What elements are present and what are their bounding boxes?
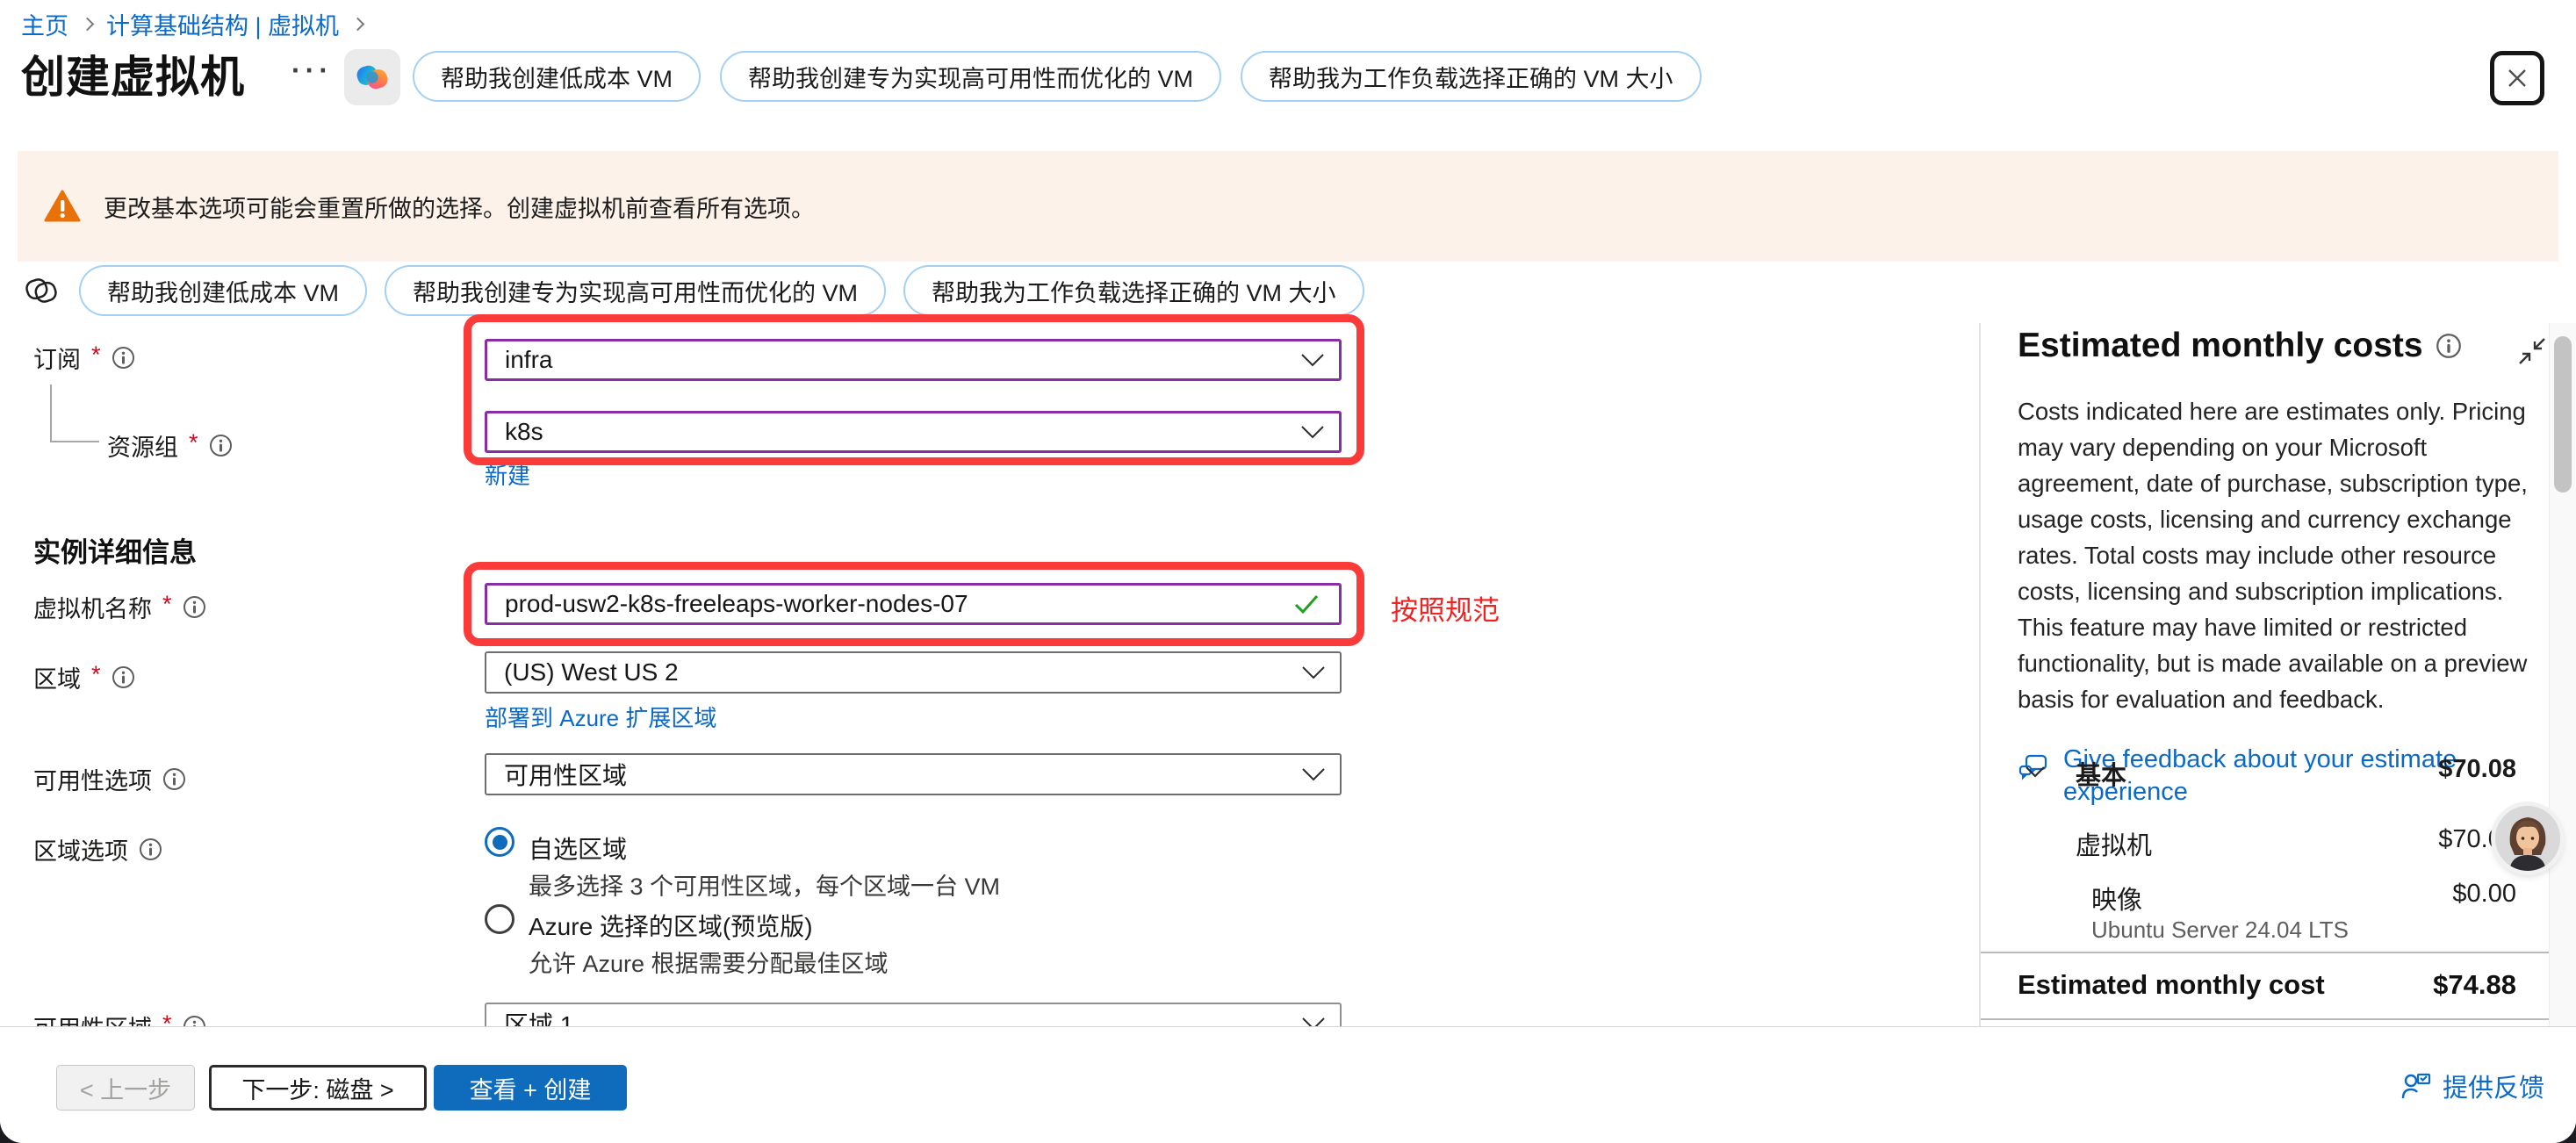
pill-low-cost-vm[interactable]: 帮助我创建低成本 VM xyxy=(413,51,701,102)
panel-divider xyxy=(1979,323,1981,1026)
person-feedback-icon xyxy=(2400,1071,2432,1101)
valid-check-icon xyxy=(1293,593,1320,615)
availability-options-dropdown[interactable]: 可用性区域 xyxy=(485,753,1342,795)
create-vm-window: 主页 计算基础结构 | 虚拟机 创建虚拟机 ··· 帮助我创建低成本 VM xyxy=(0,0,2576,1143)
info-icon[interactable] xyxy=(112,346,135,370)
chevron-right-icon xyxy=(351,18,365,32)
copilot-assist-row: 帮助我创建低成本 VM 帮助我创建专为实现高可用性而优化的 VM 帮助我为工作负… xyxy=(21,265,1364,316)
subscription-dropdown[interactable]: infra xyxy=(485,339,1342,381)
required-asterisk: * xyxy=(91,341,101,369)
scrollbar-track[interactable] xyxy=(2549,323,2576,1026)
cost-group-basic[interactable]: 基本 xyxy=(2076,755,2126,792)
subscription-label: 订阅 * xyxy=(33,341,135,375)
required-asterisk: * xyxy=(162,591,172,618)
cost-row-image-sub: Ubuntu Server 24.04 LTS xyxy=(2091,917,2349,944)
resource-group-value: k8s xyxy=(505,418,543,446)
costs-panel-title: Estimated monthly costs xyxy=(2018,327,2423,365)
resource-group-dropdown[interactable]: k8s xyxy=(485,411,1342,453)
zone-options-label: 区域选项 xyxy=(33,832,162,866)
cost-row-image: 映像 xyxy=(2091,880,2142,917)
warning-icon xyxy=(44,190,81,223)
radio-self-selected-zones-label[interactable]: 自选区域 xyxy=(529,830,627,866)
more-actions-button[interactable]: ··· xyxy=(291,54,333,87)
info-icon[interactable] xyxy=(183,595,206,619)
cost-row-vm: 虚拟机 xyxy=(2076,825,2152,862)
availability-options-label: 可用性选项 xyxy=(33,762,186,796)
collapse-panel-icon[interactable] xyxy=(2518,337,2546,365)
chevron-right-icon xyxy=(81,18,95,32)
chevron-down-icon xyxy=(1301,665,1326,679)
info-icon[interactable] xyxy=(112,665,135,689)
divider xyxy=(1981,952,2576,953)
region-dropdown[interactable]: (US) West US 2 xyxy=(485,651,1342,694)
chevron-down-icon xyxy=(1300,353,1325,367)
info-icon[interactable] xyxy=(162,767,186,791)
copilot-button[interactable] xyxy=(344,49,400,105)
total-cost-label: Estimated monthly cost xyxy=(2018,969,2325,1001)
create-new-link[interactable]: 新建 xyxy=(485,458,530,491)
footer-bar: < 上一步 下一步: 磁盘 > 查看 + 创建 提供反馈 xyxy=(0,1026,2576,1143)
radio-azure-selected-zones[interactable] xyxy=(485,904,514,934)
vm-name-label: 虚拟机名称 * xyxy=(33,590,206,624)
close-button[interactable] xyxy=(2490,51,2544,105)
required-asterisk: * xyxy=(91,661,101,688)
radio-azure-selected-zones-label[interactable]: Azure 选择的区域(预览版) xyxy=(529,908,813,943)
vm-name-annotation: 按照规范 xyxy=(1391,588,1500,628)
deploy-edge-zone-link[interactable]: 部署到 Azure 扩展区域 xyxy=(485,701,716,733)
resource-group-label: 资源组 * xyxy=(107,428,233,463)
region-value: (US) West US 2 xyxy=(504,658,679,687)
close-icon xyxy=(2503,64,2531,92)
warning-banner: 更改基本选项可能会重置所做的选择。创建虚拟机前查看所有选项。 xyxy=(18,151,2558,262)
pill-high-availability-vm[interactable]: 帮助我创建专为实现高可用性而优化的 VM xyxy=(720,51,1221,102)
breadcrumb-home[interactable]: 主页 xyxy=(21,7,68,41)
pill-high-availability-vm[interactable]: 帮助我创建专为实现高可用性而优化的 VM xyxy=(385,265,886,316)
vm-name-input[interactable]: prod-usw2-k8s-freeleaps-worker-nodes-07 xyxy=(485,583,1342,625)
total-cost-value: $74.88 xyxy=(2371,969,2516,1001)
page-title: 创建虚拟机 xyxy=(21,42,245,105)
costs-disclaimer: Costs indicated here are estimates only.… xyxy=(2018,393,2530,717)
tree-connector xyxy=(50,385,52,442)
divider xyxy=(1981,1018,2576,1020)
next-disks-button[interactable]: 下一步: 磁盘 > xyxy=(209,1065,427,1111)
info-icon[interactable] xyxy=(209,434,233,457)
copilot-outline-icon xyxy=(21,270,61,311)
pill-low-cost-vm[interactable]: 帮助我创建低成本 VM xyxy=(79,265,367,316)
warning-text: 更改基本选项可能会重置所做的选择。创建虚拟机前查看所有选项。 xyxy=(104,190,815,224)
info-icon[interactable] xyxy=(139,837,162,861)
subscription-value: infra xyxy=(505,346,552,374)
estimated-costs-panel: Estimated monthly costs Costs indicated … xyxy=(2018,327,2539,809)
chevron-down-icon xyxy=(1300,425,1325,439)
feedback-button[interactable]: 提供反馈 xyxy=(2400,1068,2544,1104)
header-suggestion-pills: 帮助我创建低成本 VM 帮助我创建专为实现高可用性而优化的 VM 帮助我为工作负… xyxy=(413,51,1702,102)
radio-self-selected-zones[interactable] xyxy=(485,827,514,857)
radio-self-selected-zones-desc: 最多选择 3 个可用性区域，每个区域一台 VM xyxy=(529,867,1000,902)
region-label: 区域 * xyxy=(33,660,135,694)
vm-name-value: prod-usw2-k8s-freeleaps-worker-nodes-07 xyxy=(505,590,968,618)
copilot-icon xyxy=(352,57,392,97)
chevron-down-icon xyxy=(1301,767,1326,781)
cost-row-image-value: $0.00 xyxy=(2388,880,2516,909)
review-create-button[interactable]: 查看 + 创建 xyxy=(434,1065,627,1111)
avatar[interactable] xyxy=(2495,806,2560,871)
info-icon[interactable] xyxy=(2436,333,2462,359)
cost-group-basic-value: $70.08 xyxy=(2388,755,2516,784)
tree-connector xyxy=(50,441,99,442)
required-asterisk: * xyxy=(189,429,198,456)
avatar-image xyxy=(2495,806,2560,871)
scrollbar-thumb[interactable] xyxy=(2554,336,2572,492)
radio-azure-selected-zones-desc: 允许 Azure 根据需要分配最佳区域 xyxy=(529,945,889,979)
breadcrumb-virtual-machines[interactable]: 计算基础结构 | 虚拟机 xyxy=(106,7,339,41)
availability-options-value: 可用性区域 xyxy=(504,757,627,792)
breadcrumb: 主页 计算基础结构 | 虚拟机 xyxy=(21,7,364,41)
chevron-down-icon[interactable] xyxy=(2025,766,2046,778)
previous-button[interactable]: < 上一步 xyxy=(56,1065,195,1111)
pill-right-vm-size[interactable]: 帮助我为工作负载选择正确的 VM 大小 xyxy=(903,265,1364,316)
instance-details-section-title: 实例详细信息 xyxy=(33,530,197,570)
pill-right-vm-size[interactable]: 帮助我为工作负载选择正确的 VM 大小 xyxy=(1241,51,1702,102)
